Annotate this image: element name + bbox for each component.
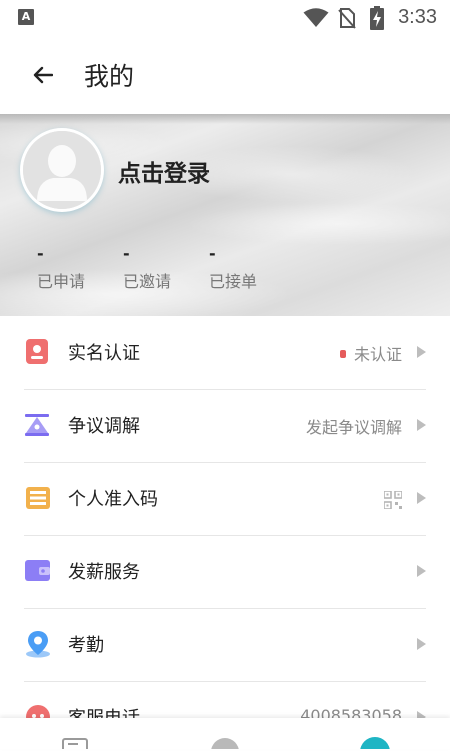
stat-applied[interactable]: - 已申请: [37, 244, 107, 292]
nav-item-3-icon[interactable]: [359, 736, 391, 749]
chevron-right-icon: [417, 565, 426, 577]
menu-item-attendance[interactable]: 考勤: [24, 608, 426, 682]
menu-item-dispute-mediation[interactable]: 争议调解 发起争议调解: [24, 389, 426, 463]
menu-label: 发薪服务: [68, 562, 140, 583]
stat-value: -: [37, 244, 44, 263]
menu-label: 考勤: [68, 635, 104, 656]
default-user-icon: [23, 131, 101, 209]
menu-item-payroll-service[interactable]: 发薪服务: [24, 535, 426, 609]
menu-value: 发起争议调解: [305, 418, 402, 437]
chevron-right-icon: [417, 419, 426, 431]
page-title: 我的: [84, 62, 135, 91]
battery-charging-icon: [370, 6, 384, 30]
chevron-right-icon: [417, 638, 426, 650]
stat-invited[interactable]: - 已邀请: [123, 244, 193, 292]
notification-icon: A: [18, 9, 34, 25]
nav-item-2-icon[interactable]: [210, 737, 240, 749]
mediation-icon: [25, 414, 49, 436]
wallet-icon: [25, 560, 50, 581]
bottom-nav: [0, 718, 450, 749]
chevron-right-icon: [417, 346, 426, 358]
status-bar: A 3:33: [0, 0, 450, 36]
menu-item-real-name-auth[interactable]: 实名认证 未认证: [24, 316, 426, 390]
login-link[interactable]: 点击登录: [118, 154, 210, 188]
id-card-icon: [26, 339, 48, 364]
status-dot: [339, 349, 346, 358]
stat-label: 已邀请: [123, 272, 172, 291]
scan-code-icon: [26, 487, 50, 509]
stat-label: 已申请: [37, 272, 86, 291]
chevron-right-icon: [417, 492, 426, 504]
menu-label: 争议调解: [68, 416, 140, 437]
auth-status: 未认证: [353, 345, 402, 364]
stat-value: -: [209, 244, 216, 263]
no-sim-icon: [338, 8, 356, 29]
menu-value: 未认证: [339, 341, 402, 365]
wifi-icon: [303, 8, 329, 27]
arrow-left-icon: [33, 66, 53, 84]
profile-header: 点击登录 - 已申请 - 已邀请 - 已接单: [0, 114, 450, 316]
menu-label: 个人准入码: [68, 489, 158, 510]
avatar[interactable]: [20, 128, 104, 212]
stat-value: -: [123, 244, 130, 263]
menu-item-access-code[interactable]: 个人准入码: [24, 462, 426, 536]
app-bar: 我的: [0, 36, 450, 114]
stat-label: 已接单: [209, 272, 258, 291]
qr-code-icon: [384, 491, 402, 509]
status-time: 3:33: [398, 6, 437, 28]
back-button[interactable]: [26, 58, 60, 92]
nav-item-1-icon[interactable]: [62, 738, 90, 749]
stat-accepted[interactable]: - 已接单: [209, 244, 279, 292]
menu-label: 实名认证: [68, 343, 140, 364]
location-pin-icon: [26, 631, 50, 658]
